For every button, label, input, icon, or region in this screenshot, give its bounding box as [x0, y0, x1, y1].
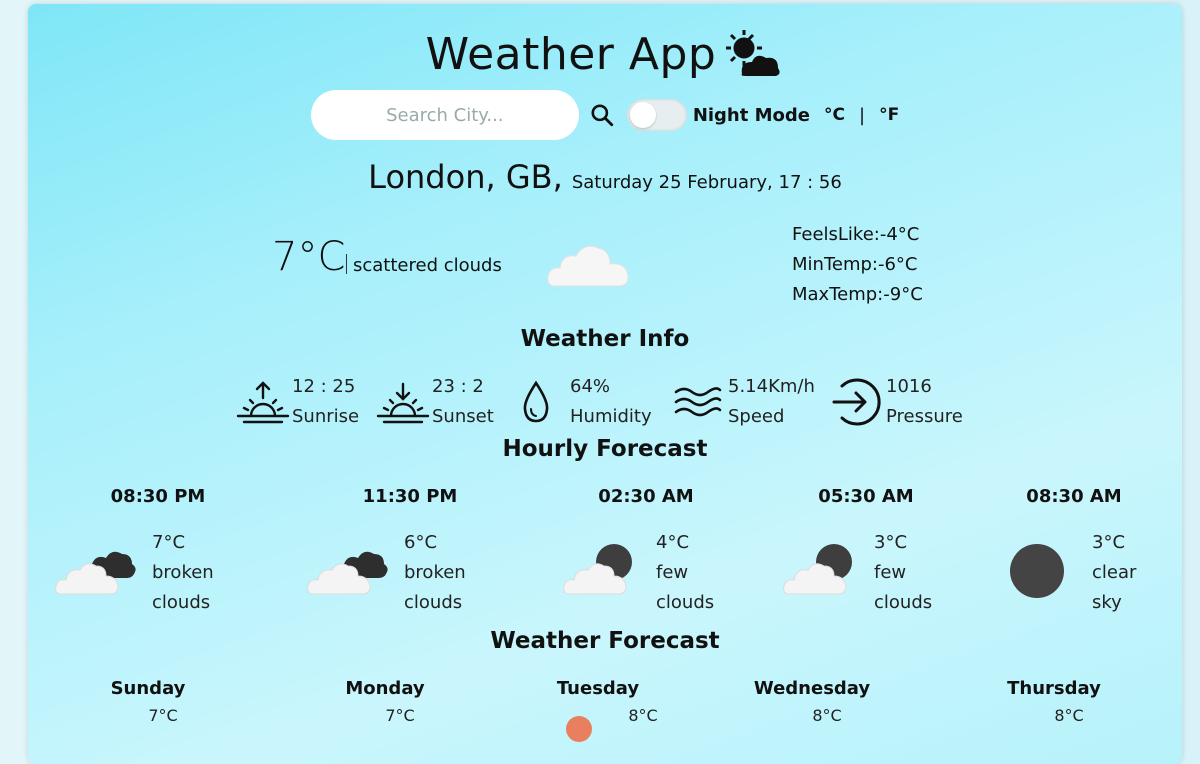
hour-time: 08:30 PM [110, 486, 206, 507]
info-sunrise: 12 : 25 Sunrise [236, 372, 359, 432]
hour-desc-1: clear [1092, 562, 1137, 583]
hour-desc-2: clouds [404, 592, 463, 613]
info-speed: 5.14Km/h Speed [672, 372, 815, 432]
desc-divider [346, 254, 347, 274]
day-name: Tuesday [556, 678, 640, 699]
min-temp: MinTemp:-6°C [792, 254, 918, 275]
app-title: Weather App [28, 26, 1182, 82]
hour-time: 02:30 AM [598, 486, 694, 507]
current-temp: 7°C [272, 234, 346, 280]
toggle-knob [629, 102, 656, 128]
broken-clouds-icon [307, 551, 388, 595]
location-row: London, GB, Saturday 25 February, 17 : 5… [28, 158, 1182, 196]
hour-desc-2: clouds [656, 592, 715, 613]
hour-temp: 4°C [656, 532, 690, 553]
hour-desc-1: few [874, 562, 907, 583]
hour-time: 05:30 AM [818, 486, 914, 507]
hour-desc-2: clouds [874, 592, 933, 613]
search-icon[interactable] [589, 102, 615, 128]
datetime: Saturday 25 February, 17 : 56 [571, 172, 842, 193]
day-temp: 8°C [628, 706, 658, 725]
sun-cloud-icon [726, 30, 780, 76]
pressure-label: Pressure [886, 406, 963, 427]
hour-details: 7°C broken clouds [152, 528, 214, 618]
sunrise-value: 12 : 25 [292, 376, 356, 397]
day-name: Thursday [1007, 678, 1101, 699]
hour-time: 11:30 PM [362, 486, 458, 507]
speed-value: 5.14Km/h [728, 376, 815, 397]
day-temp: 7°C [385, 706, 415, 725]
weather-info-title: Weather Info [520, 326, 690, 352]
hour-temp: 7°C [152, 532, 186, 553]
day-temp: 8°C [1054, 706, 1084, 725]
current-description: scattered clouds [346, 254, 502, 276]
humidity-value: 64% [570, 376, 611, 397]
max-temp: MaxTemp:-9°C [792, 284, 923, 305]
hour-details: 4°C few clouds [656, 528, 714, 618]
hour-desc-1: few [656, 562, 689, 583]
info-sunset: 23 : 2 Sunset [376, 372, 494, 432]
weather-card: Weather App Search City... Night Mode °C… [28, 4, 1182, 764]
hour-time: 08:30 AM [1026, 486, 1122, 507]
speed-label: Speed [728, 406, 785, 427]
day-name: Monday [345, 678, 425, 699]
app-title-text: Weather App [425, 28, 717, 80]
night-mode-label: Night Mode [692, 104, 810, 126]
hour-temp: 6°C [404, 532, 438, 553]
day-temp: 8°C [812, 706, 842, 725]
clear-night-icon [1010, 544, 1064, 598]
sunrise-icon [236, 381, 290, 424]
info-pressure: 1016 Pressure [828, 372, 963, 432]
day-name: Wednesday [753, 678, 871, 699]
hourly-forecast-title: Hourly Forecast [502, 436, 708, 462]
humidity-label: Humidity [570, 406, 652, 427]
current-description-text: scattered clouds [353, 255, 502, 276]
search-row: Night Mode °C | °F [28, 90, 1182, 140]
hour-desc-2: sky [1092, 592, 1122, 613]
info-humidity: 64% Humidity [516, 372, 652, 432]
hour-details: 3°C few clouds [874, 528, 932, 618]
sunset-value: 23 : 2 [432, 376, 484, 397]
day-temp: 7°C [148, 706, 178, 725]
humidity-icon [523, 380, 549, 423]
scattered-clouds-icon [547, 245, 629, 287]
city-name: London, GB, [368, 158, 563, 196]
few-clouds-night-icon [783, 544, 852, 595]
pressure-icon [832, 378, 881, 426]
search-input[interactable] [310, 90, 579, 140]
pressure-value: 1016 [886, 376, 932, 397]
sunrise-label: Sunrise [292, 406, 360, 427]
hour-desc-1: broken [152, 562, 214, 583]
day-name: Sunday [110, 678, 186, 699]
unit-celsius-button[interactable]: °C [824, 105, 845, 125]
unit-separator: | [858, 104, 866, 126]
broken-clouds-icon [55, 551, 136, 595]
sunset-label: Sunset [432, 406, 494, 427]
few-clouds-night-icon [563, 544, 632, 595]
hour-desc-2: clouds [152, 592, 211, 613]
night-mode-toggle[interactable] [626, 99, 687, 131]
feels-like: FeelsLike:-4°C [792, 224, 920, 245]
weather-forecast-title: Weather Forecast [490, 628, 720, 654]
sunset-icon [376, 382, 430, 424]
unit-fahrenheit-button[interactable]: °F [879, 105, 899, 125]
hour-details: 3°C clear sky [1092, 528, 1136, 618]
hour-desc-1: broken [404, 562, 466, 583]
hour-temp: 3°C [874, 532, 908, 553]
current-details: FeelsLike:-4°C MinTemp:-6°C MaxTemp:-9°C [792, 220, 923, 310]
wind-icon [674, 387, 722, 417]
hour-temp: 3°C [1092, 532, 1126, 553]
hour-details: 6°C broken clouds [404, 528, 466, 618]
